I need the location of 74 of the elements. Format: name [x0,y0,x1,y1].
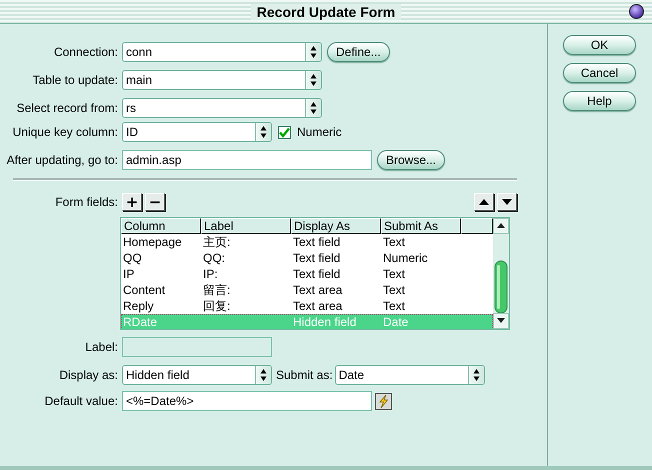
text-field[interactable]: admin.asp [122,150,372,170]
table-cell-text: Text [382,234,406,250]
table-cell-text: Reply [122,298,155,314]
dropdown[interactable]: rs [122,98,322,118]
table-row[interactable]: IP IP: Text field Text [121,266,493,282]
table-cell-text: Text [382,266,406,282]
table-cell-text: Text area [292,298,344,314]
table-cell-text: 回复: [202,298,232,314]
spinner-arrows-icon[interactable] [255,123,271,141]
dropdown[interactable]: Date [334,365,485,385]
field-label: Select record from: [16,101,119,115]
lightning-icon[interactable] [375,392,392,410]
table-cell-text: QQ: [202,250,226,266]
table-row[interactable]: Homepage 主页: Text field Text [121,234,493,250]
spinner-arrows-icon[interactable] [255,366,271,384]
table-cell-text: IP [122,266,136,282]
column-header[interactable]: Submit As [381,218,461,234]
spinner-arrows-icon[interactable] [468,366,484,384]
table-cell-text: RDate [122,314,158,329]
table-cell-text: Text [382,282,406,298]
add-button[interactable]: + [122,193,142,211]
remove-button[interactable]: − [145,193,165,211]
field-label: Form fields: [54,195,119,209]
column-header[interactable] [461,218,493,234]
table-cell-text: Content [122,282,166,298]
column-header[interactable]: Column [121,218,201,234]
dropdown[interactable]: conn [122,42,322,62]
table-cell-text: Text area [292,282,344,298]
checkbox[interactable] [278,126,291,138]
table-cell-text: Homepage [122,234,183,250]
scrollbar[interactable] [493,218,509,329]
spinner-arrows-icon[interactable] [305,71,321,89]
browse-button[interactable]: Browse... [377,150,446,170]
move-up-button[interactable] [474,193,494,211]
table-cell-text: IP: [202,266,219,282]
move-down-button[interactable] [497,193,517,211]
field-label: Table to update: [32,73,119,87]
close-orb-icon[interactable] [629,4,644,19]
up-triangle-icon [478,196,490,206]
field-label: Display as: [58,368,119,382]
field-label: Label: [84,340,119,354]
field-label: Unique key column: [12,125,119,139]
define-button[interactable]: Define... [327,42,390,62]
table-cell-text: Text field [292,266,342,282]
text-field[interactable]: <%=Date%> [122,391,372,411]
dropdown[interactable]: Hidden field [122,365,272,385]
table-cell-text: Hidden field [292,314,358,329]
table-cell-text: 留言: [202,282,232,298]
window-title: Record Update Form [250,4,402,20]
table-row[interactable]: QQ QQ: Text field Numeric [121,250,493,266]
field-label: Connection: [52,45,119,59]
table-cell-text: 主页: [202,234,232,250]
table-row[interactable]: Content 留言: Text area Text [121,282,493,298]
column-header[interactable]: Label [201,218,291,234]
table-cell-text: Date [382,314,410,329]
spinner-arrows-icon[interactable] [305,99,321,117]
dialog-button[interactable]: Help [563,91,636,111]
table-cell-text: Text [382,298,406,314]
down-triangle-icon [501,196,513,206]
field-label: Submit as: [275,368,334,382]
table-cell-text: Text field [292,234,342,250]
column-header[interactable]: Display As [291,218,381,234]
table-row[interactable]: Reply 回复: Text area Text [121,298,493,314]
table-cell-text: Numeric [382,250,429,266]
dropdown[interactable]: main [122,70,322,90]
field-label: Default value: [44,394,119,408]
field-label: After updating, go to: [6,153,119,167]
spinner-arrows-icon[interactable] [305,43,321,61]
dialog-button[interactable]: OK [563,35,636,55]
table-cell-text: QQ [122,250,143,266]
dropdown[interactable]: ID [122,122,272,142]
dialog-button[interactable]: Cancel [563,63,636,83]
checkbox-label: Numeric [297,125,342,139]
table-cell-text: Text field [292,250,342,266]
